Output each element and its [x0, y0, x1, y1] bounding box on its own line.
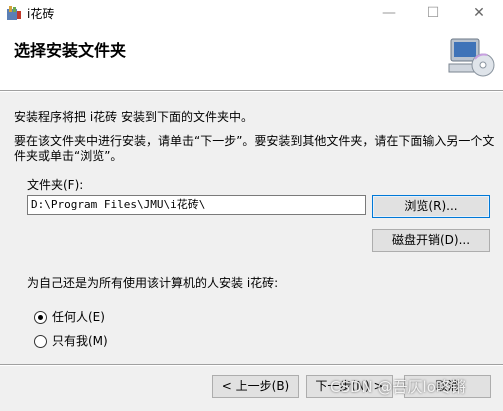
header-divider-highlight [0, 91, 503, 92]
radio-just-me-label: 只有我(M) [52, 334, 108, 348]
disk-cost-button[interactable]: 磁盘开销(D)... [372, 229, 490, 252]
radio-selected-icon[interactable] [34, 311, 47, 324]
intro-text: 安装程序将把 i花砖 安装到下面的文件夹中。 [14, 110, 253, 124]
computer-cd-icon [448, 38, 495, 77]
wizard-header: 选择安装文件夹 [0, 27, 503, 90]
folder-label: 文件夹(F): [27, 178, 84, 192]
install-for-question: 为自己还是为所有使用该计算机的人安装 i花砖: [27, 276, 279, 290]
footer-divider-highlight [0, 365, 503, 366]
title-bar: i花砖 — ☐ ✕ [0, 0, 503, 27]
browse-button[interactable]: 浏览(R)... [372, 195, 490, 218]
window-title: i花砖 [27, 7, 55, 21]
page-title: 选择安装文件夹 [14, 41, 127, 60]
maximize-button[interactable]: ☐ [410, 0, 456, 27]
instruction-text: 要在该文件夹中进行安装，请单击“下一步”。要安装到其他文件夹，请在下面输入另一个… [14, 134, 495, 163]
radio-everyone-label: 任何人(E) [52, 310, 105, 324]
folder-path-input[interactable]: D:\Program Files\JMU\i花砖\ [27, 195, 366, 215]
radio-dot-icon [38, 315, 43, 320]
radio-unselected-icon[interactable] [34, 335, 47, 348]
installer-app-icon [7, 6, 21, 20]
minimize-button[interactable]: — [366, 0, 412, 27]
cancel-button[interactable]: 取消 [404, 375, 491, 398]
close-button[interactable]: ✕ [456, 0, 502, 27]
next-button[interactable]: 下一步(N) > [306, 375, 393, 398]
back-button[interactable]: < 上一步(B) [212, 375, 299, 398]
